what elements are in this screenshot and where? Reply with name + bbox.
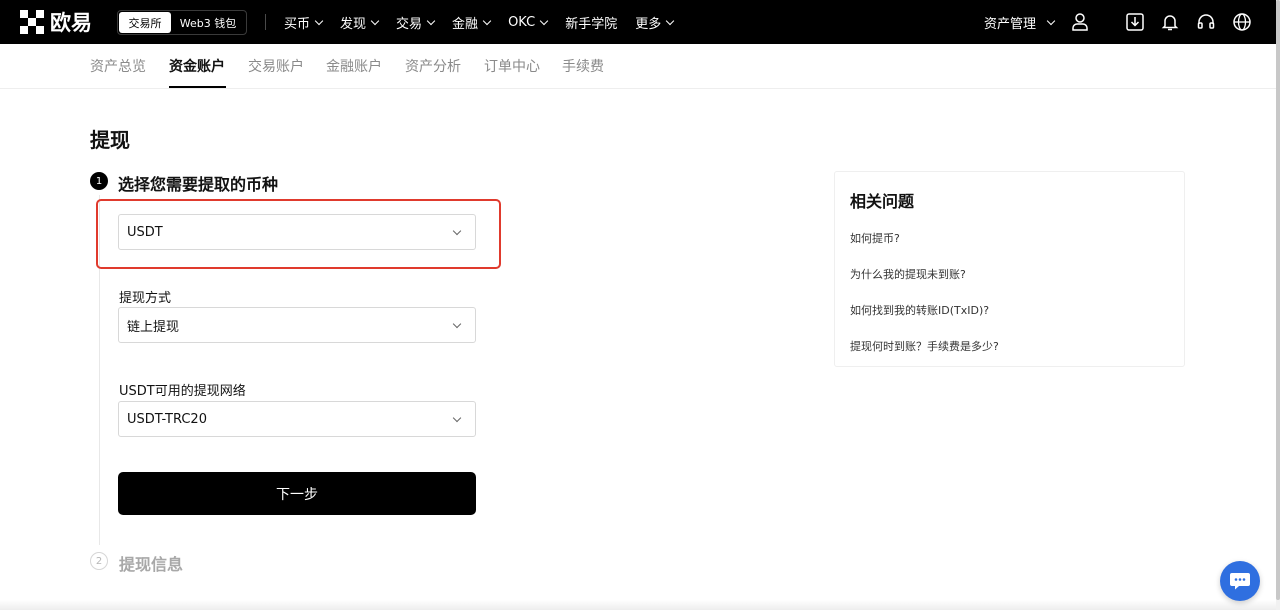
nav-item-okc[interactable]: OKC [508, 14, 549, 30]
chevron-down-icon [1046, 16, 1056, 25]
brand-name: 欧易 [50, 11, 92, 35]
chevron-down-icon [314, 16, 324, 25]
tab-asset-overview[interactable]: 资产总览 [90, 56, 146, 76]
network-select[interactable]: USDT-TRC20 [118, 401, 476, 437]
nav-item-more[interactable]: 更多 [635, 13, 675, 32]
coin-select[interactable]: USDT [118, 214, 476, 250]
related-questions-title: 相关问题 [850, 192, 915, 211]
nav-item-buy-crypto[interactable]: 买币 [284, 13, 324, 32]
tab-finance-account[interactable]: 金融账户 [326, 56, 382, 76]
brand-logo[interactable]: 欧易 [20, 10, 92, 35]
web3-wallet-mode-button[interactable]: Web3 钱包 [171, 12, 245, 33]
chevron-down-icon [452, 413, 462, 423]
bell-icon[interactable] [1160, 12, 1180, 32]
tab-fees[interactable]: 手续费 [562, 56, 604, 76]
nav-item-academy[interactable]: 新手学院 [565, 13, 617, 32]
account-sub-nav: 资产总览 资金账户 交易账户 金融账户 资产分析 订单中心 手续费 [0, 44, 1276, 89]
faq-link[interactable]: 如何提币? [850, 230, 900, 246]
coin-select-value: USDT [127, 224, 163, 240]
nav-label: 更多 [635, 16, 662, 32]
faq-link[interactable]: 为什么我的提现未到账? [850, 266, 966, 282]
nav-label: OKC [508, 14, 536, 30]
nav-label: 金融 [452, 16, 479, 32]
globe-icon[interactable] [1232, 12, 1252, 32]
nav-item-finance[interactable]: 金融 [452, 13, 492, 32]
nav-item-trade[interactable]: 交易 [396, 13, 436, 32]
tab-trading-account[interactable]: 交易账户 [248, 56, 304, 76]
step-1-title: 选择您需要提取的币种 [118, 175, 279, 194]
chat-bubble-icon [1230, 573, 1250, 590]
chevron-down-icon [452, 319, 462, 329]
chevron-down-icon [452, 226, 462, 236]
nav-divider [265, 14, 266, 30]
mode-toggle: 交易所 Web3 钱包 [117, 10, 247, 35]
step-1-indicator: 1 [90, 172, 108, 190]
page-title: 提现 [90, 128, 130, 152]
bottom-shadow [0, 600, 1276, 610]
user-icon[interactable] [1070, 12, 1090, 32]
asset-management-menu[interactable]: 资产管理 [984, 0, 1056, 44]
main-nav: 买币 发现 交易 金融 OKC 新手学院 更多 [284, 0, 691, 44]
asset-management-label: 资产管理 [984, 16, 1037, 32]
withdraw-method-label: 提现方式 [119, 291, 172, 306]
chevron-down-icon [370, 16, 380, 25]
nav-item-discover[interactable]: 发现 [340, 13, 380, 32]
network-value: USDT-TRC20 [127, 411, 207, 427]
support-chat-button[interactable] [1220, 561, 1260, 601]
faq-link[interactable]: 如何找到我的转账ID(TxID)? [850, 302, 989, 318]
nav-label: 发现 [340, 16, 367, 32]
nav-label: 新手学院 [565, 16, 618, 32]
nav-label: 买币 [284, 16, 311, 32]
tab-funding-account[interactable]: 资金账户 [169, 56, 225, 76]
network-label: USDT可用的提现网络 [119, 384, 246, 399]
nav-label: 交易 [396, 16, 423, 32]
okx-logo-icon [20, 10, 44, 34]
related-questions-panel: 相关问题 如何提币? 为什么我的提现未到账? 如何找到我的转账ID(TxID)?… [834, 171, 1185, 367]
step-2-title: 提现信息 [119, 555, 184, 574]
scrollbar-thumb[interactable] [1276, 0, 1280, 600]
withdraw-method-select[interactable]: 链上提现 [118, 307, 476, 343]
tab-asset-analysis[interactable]: 资产分析 [405, 56, 461, 76]
chevron-down-icon [665, 16, 675, 25]
step-2-indicator: 2 [90, 552, 108, 570]
chevron-down-icon [539, 16, 549, 25]
exchange-mode-button[interactable]: 交易所 [119, 12, 171, 33]
next-step-button[interactable]: 下一步 [118, 472, 476, 515]
active-tab-indicator [169, 86, 226, 88]
page-scrollbar[interactable] [1276, 0, 1280, 610]
download-icon[interactable] [1125, 12, 1145, 32]
headset-icon[interactable] [1196, 12, 1216, 32]
top-navigation-bar: 欧易 交易所 Web3 钱包 买币 发现 交易 金融 OKC 新手学院 更多 资… [0, 0, 1276, 44]
chevron-down-icon [426, 16, 436, 25]
faq-link[interactable]: 提现何时到账？手续费是多少? [850, 338, 999, 354]
withdraw-method-value: 链上提现 [127, 319, 180, 335]
chevron-down-icon [482, 16, 492, 25]
tab-order-center[interactable]: 订单中心 [484, 56, 540, 76]
